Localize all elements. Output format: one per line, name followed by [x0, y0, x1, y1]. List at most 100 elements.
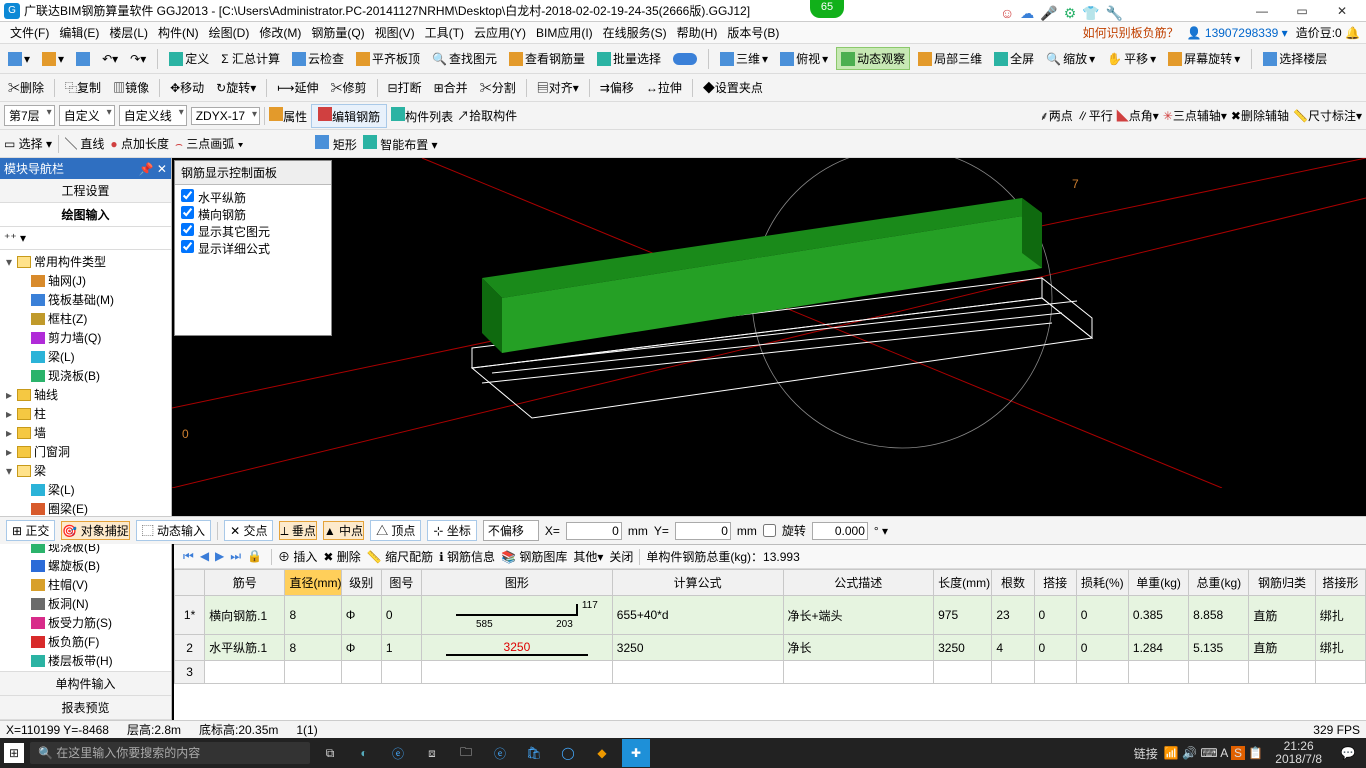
snap-mid[interactable]: ▲ 中点 [323, 521, 364, 540]
local-3d-button[interactable]: 局部三维 [914, 48, 986, 69]
rotate-button[interactable]: ↻旋转▾ [212, 77, 260, 98]
menu-floor[interactable]: 楼层(L) [105, 22, 152, 43]
menu-edit[interactable]: 编辑(E) [55, 22, 103, 43]
property-button[interactable]: 属性 [269, 107, 307, 125]
taskbar-link-label[interactable]: 链接 [1134, 745, 1158, 762]
taskbar-edge-icon[interactable]: ⓔ [384, 739, 412, 767]
tree-node[interactable]: 梁(L) [4, 347, 169, 366]
dyn-input-toggle[interactable]: ⬚ 动态输入 [136, 520, 211, 541]
batch-button[interactable]: 批量选择 [593, 48, 665, 69]
move-button[interactable]: ✥移动 [166, 77, 208, 98]
delete-button[interactable]: ✂删除 [4, 77, 48, 98]
tree-node[interactable]: ▸墙 [4, 423, 169, 442]
line-button[interactable]: ╲ 直线 [65, 135, 104, 152]
taskbar-app-5[interactable]: ◆ [588, 739, 616, 767]
menu-view[interactable]: 视图(V) [371, 22, 419, 43]
taskbar-app-3[interactable]: 🗀 [452, 739, 480, 767]
merge-button[interactable]: ⊞合并 [430, 77, 472, 98]
table-other-button[interactable]: 其他▾ [573, 548, 603, 565]
parallel-button[interactable]: ∥平行 [1077, 107, 1113, 124]
table-scale-button[interactable]: 📏 缩尺配筋 [367, 548, 433, 565]
smart-layout-button[interactable]: 智能布置 ▾ [363, 135, 438, 153]
two-point-button[interactable]: ⸙两点 [1040, 107, 1073, 124]
taskbar-ie-icon[interactable]: ⓔ [486, 739, 514, 767]
tree-node[interactable]: 轴网(J) [4, 271, 169, 290]
menu-rebar[interactable]: 钢筋量(Q) [307, 22, 368, 43]
tree-node[interactable]: 现浇板(B) [4, 366, 169, 385]
table-row[interactable]: 2水平纵筋.18Φ132503250净长32504001.2845.135直筋绑… [175, 635, 1366, 661]
taskbar-clock[interactable]: 21:262018/7/8 [1269, 740, 1328, 766]
tree-node[interactable]: 筏板基础(M) [4, 290, 169, 309]
maximize-button[interactable]: ▭ [1282, 0, 1322, 22]
x-input[interactable] [566, 522, 622, 540]
rebar-table[interactable]: 筋号直径(mm)级别图号图形计算公式公式描述长度(mm)根数搭接损耗(%)单重(… [174, 569, 1366, 684]
pick-button[interactable]: ↗拾取构件 [457, 107, 517, 124]
grip-button[interactable]: ◆设置夹点 [699, 77, 767, 98]
tree-node[interactable]: 螺旋板(B) [4, 556, 169, 575]
table-lib-button[interactable]: 📚 钢筋图库 [501, 548, 567, 565]
sidebar-tab-report[interactable]: 报表预览 [0, 696, 171, 720]
extend-button[interactable]: ⟼延伸 [273, 77, 322, 98]
tree-node[interactable]: ▾常用构件类型 [4, 252, 169, 271]
define-button[interactable]: 定义 [165, 48, 213, 69]
sidebar-tab-single[interactable]: 单构件输入 [0, 672, 171, 696]
table-delete-button[interactable]: ✖ 删除 [323, 548, 360, 565]
sidebar-tab-draw[interactable]: 绘图输入 [0, 203, 171, 227]
snap-coord[interactable]: ⊹ 坐标 [427, 520, 476, 541]
table-row[interactable]: 1*横向钢筋.18Φ0117585203655+40*d净长+端头9752300… [175, 596, 1366, 635]
component-tree[interactable]: ▾常用构件类型轴网(J)筏板基础(M)框柱(Z)剪力墙(Q)梁(L)现浇板(B)… [0, 250, 171, 671]
notification-icon[interactable]: 💬 [1334, 739, 1362, 767]
zoom-button[interactable]: 🔍缩放▾ [1042, 48, 1099, 69]
snap-apex[interactable]: △ 顶点 [370, 520, 421, 541]
ortho-toggle[interactable]: ⊞ 正交 [6, 520, 55, 541]
menu-help[interactable]: 帮助(H) [673, 22, 722, 43]
table-insert-button[interactable]: ⊕ 插入 [278, 548, 317, 565]
menu-bim[interactable]: BIM应用(I) [532, 22, 597, 43]
save-button[interactable] [72, 50, 94, 68]
tree-node[interactable]: ▸轴线 [4, 385, 169, 404]
align-button[interactable]: ▤对齐▾ [533, 77, 583, 98]
task-view-icon[interactable]: ⧉ [316, 739, 344, 767]
rebar-check[interactable]: 显示详细公式 [181, 240, 325, 257]
category-select[interactable]: 自定义 [59, 105, 115, 126]
table-nav[interactable]: ⏮◀▶⏭🔒 [180, 549, 265, 564]
break-button[interactable]: ⊟打断 [384, 77, 426, 98]
minimize-button[interactable]: — [1242, 0, 1282, 22]
floor-select[interactable]: 第7层 [4, 105, 55, 126]
3d-button[interactable]: 三维▾ [716, 48, 772, 69]
rect-button[interactable]: 矩形 [315, 135, 356, 153]
open-button[interactable]: ▾ [38, 50, 68, 68]
subcat-select[interactable]: 自定义线 [119, 105, 187, 126]
rebar-check[interactable]: 横向钢筋 [181, 206, 325, 223]
mirror-button[interactable]: ▥镜像 [109, 77, 153, 98]
tree-node[interactable]: 剪力墙(Q) [4, 328, 169, 347]
tray-icon[interactable]: 📶 🔊 ⌨ A S 📋 [1164, 746, 1264, 760]
menu-modify[interactable]: 修改(M) [255, 22, 305, 43]
split-button[interactable]: ✂分割 [476, 77, 520, 98]
taskbar-store-icon[interactable]: 🛍 [520, 739, 548, 767]
view-rebar-button[interactable]: 查看钢筋量 [505, 48, 589, 69]
tree-node[interactable]: 板洞(N) [4, 594, 169, 613]
menu-draw[interactable]: 绘图(D) [205, 22, 254, 43]
cloud-check-button[interactable]: 云检查 [288, 48, 348, 69]
start-button[interactable]: ⊞ [4, 743, 24, 763]
offset-button[interactable]: ⇉偏移 [596, 77, 638, 98]
menu-file[interactable]: 文件(F) [6, 22, 53, 43]
select-floor-button[interactable]: 选择楼层 [1259, 48, 1331, 69]
tree-node[interactable]: ▸柱 [4, 404, 169, 423]
rotate-input[interactable] [812, 522, 868, 540]
dynamic-view-button[interactable]: 动态观察 [836, 47, 910, 70]
dimension-button[interactable]: 📏尺寸标注▾ [1293, 107, 1362, 124]
close-button[interactable]: ✕ [1322, 0, 1362, 22]
screen-rotate-button[interactable]: 屏幕旋转▾ [1164, 48, 1244, 69]
taskbar-app-4[interactable]: ◯ [554, 739, 582, 767]
offset-mode-select[interactable]: 不偏移 [483, 520, 539, 541]
del-aux-button[interactable]: ✖删除辅轴 [1231, 107, 1289, 124]
taskbar-search[interactable]: 🔍 在这里输入你要搜索的内容 [30, 742, 310, 764]
table-info-button[interactable]: ℹ 钢筋信息 [439, 548, 495, 565]
menu-cloud[interactable]: 云应用(Y) [470, 22, 530, 43]
snap-perp[interactable]: ⟂ 垂点 [279, 521, 316, 540]
user-id[interactable]: 👤 13907298339 ▾ [1187, 26, 1288, 40]
point-length-button[interactable]: ● 点加长度 [110, 135, 169, 152]
taskbar-app-2[interactable]: ⧈ [418, 739, 446, 767]
